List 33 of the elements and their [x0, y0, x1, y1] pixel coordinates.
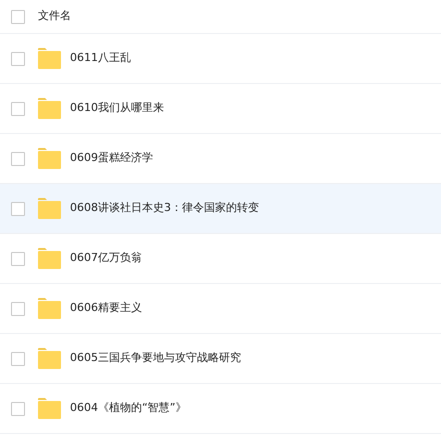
file-name[interactable]: 0607亿万负翁: [70, 250, 142, 267]
file-name[interactable]: 0608讲谈社日本史3：律令国家的转变: [70, 200, 259, 217]
checkbox[interactable]: [11, 52, 25, 66]
file-row[interactable]: 0611八王乱: [0, 34, 441, 84]
checkbox[interactable]: [11, 202, 25, 216]
column-header[interactable]: 文件名: [38, 8, 71, 25]
folder-icon: [38, 248, 61, 269]
file-name[interactable]: 0605三国兵争要地与攻守战略研究: [70, 350, 241, 367]
folder-icon: [38, 98, 61, 119]
folder-icon: [38, 398, 61, 419]
file-name[interactable]: 0606精要主义: [70, 300, 142, 317]
file-name[interactable]: 0604《植物的“智慧”》: [70, 400, 186, 417]
file-row[interactable]: 0605三国兵争要地与攻守战略研究: [0, 334, 441, 384]
file-name[interactable]: 0610我们从哪里来: [70, 100, 164, 117]
folder-icon: [38, 198, 61, 219]
file-row[interactable]: 0604《植物的“智慧”》: [0, 384, 441, 434]
checkbox[interactable]: [11, 302, 25, 316]
checkbox[interactable]: [11, 152, 25, 166]
checkbox[interactable]: [11, 102, 25, 116]
checkbox[interactable]: [11, 252, 25, 266]
file-name[interactable]: 0609蛋糕经济学: [70, 150, 153, 167]
file-row[interactable]: 0610我们从哪里来: [0, 84, 441, 134]
folder-icon: [38, 148, 61, 169]
file-row[interactable]: 0606精要主义: [0, 284, 441, 334]
folder-icon: [38, 348, 61, 369]
folder-icon: [38, 298, 61, 319]
file-row[interactable]: 0608讲谈社日本史3：律令国家的转变: [0, 184, 441, 234]
checkbox[interactable]: [11, 10, 25, 24]
checkbox[interactable]: [11, 352, 25, 366]
folder-icon: [38, 48, 61, 69]
file-row[interactable]: 0607亿万负翁: [0, 234, 441, 284]
checkbox[interactable]: [11, 402, 25, 416]
file-name[interactable]: 0611八王乱: [70, 50, 131, 67]
